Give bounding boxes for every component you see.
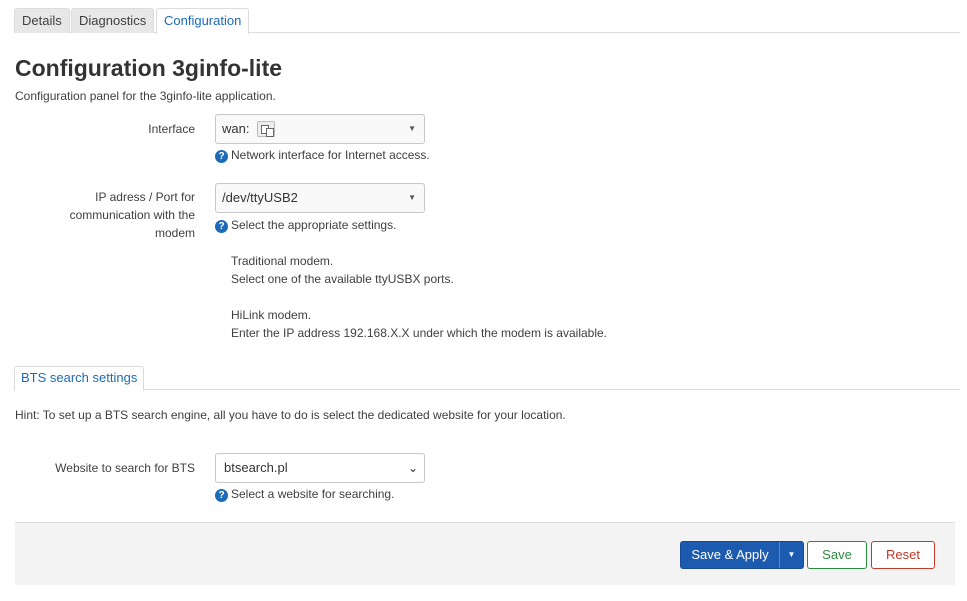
tab-diagnostics[interactable]: Diagnostics	[71, 8, 155, 33]
port-value: /dev/ttyUSB2	[222, 190, 298, 205]
port-note-ttyusb: Select one of the available ttyUSBX port…	[231, 272, 454, 286]
port-help: ? Select the appropriate settings.	[215, 216, 396, 234]
network-interface-icon	[257, 120, 276, 137]
port-label: IP adress / Port for communication with …	[69, 190, 195, 240]
port-select[interactable]: /dev/ttyUSB2 ▼	[215, 183, 425, 213]
interface-help: ? Network interface for Internet access.	[215, 146, 430, 164]
website-select[interactable]: btsearch.pl ⌄	[215, 453, 425, 483]
action-bar: Save & Apply ▼ Save Reset	[15, 522, 955, 585]
chevron-down-icon: ⌄	[407, 461, 418, 475]
interface-select[interactable]: wan: ▼	[215, 114, 425, 144]
port-note-hilink: HiLink modem.	[231, 308, 312, 322]
interface-value: wan:	[222, 121, 250, 136]
top-tabs: Details Diagnostics Configuration	[14, 8, 960, 34]
page-description: Configuration panel for the 3ginfo-lite …	[15, 89, 276, 103]
caret-down-icon: ▼	[408, 124, 416, 133]
save-button[interactable]: Save	[807, 541, 867, 569]
website-label: Website to search for BTS	[55, 461, 195, 475]
help-icon: ?	[215, 489, 228, 502]
tab-configuration[interactable]: Configuration	[156, 8, 250, 34]
bts-hint: Hint: To set up a BTS search engine, all…	[15, 408, 566, 422]
page-title: Configuration 3ginfo-lite	[15, 55, 283, 81]
reset-button[interactable]: Reset	[871, 541, 935, 569]
website-value: btsearch.pl	[224, 460, 288, 475]
help-icon: ?	[215, 220, 228, 233]
help-icon: ?	[215, 150, 228, 163]
port-note-traditional: Traditional modem.	[231, 254, 334, 268]
website-help: ? Select a website for searching.	[215, 485, 394, 503]
port-note-ip: Enter the IP address 192.168.X.X under w…	[231, 326, 608, 340]
interface-label: Interface	[148, 122, 195, 136]
caret-down-icon: ▼	[408, 193, 416, 202]
tab-details[interactable]: Details	[14, 8, 70, 33]
section-tabs: BTS search settings	[14, 366, 960, 391]
caret-down-icon[interactable]: ▼	[779, 542, 803, 568]
tab-bts-search-settings[interactable]: BTS search settings	[14, 366, 145, 391]
save-apply-button[interactable]: Save & Apply ▼	[680, 541, 804, 569]
